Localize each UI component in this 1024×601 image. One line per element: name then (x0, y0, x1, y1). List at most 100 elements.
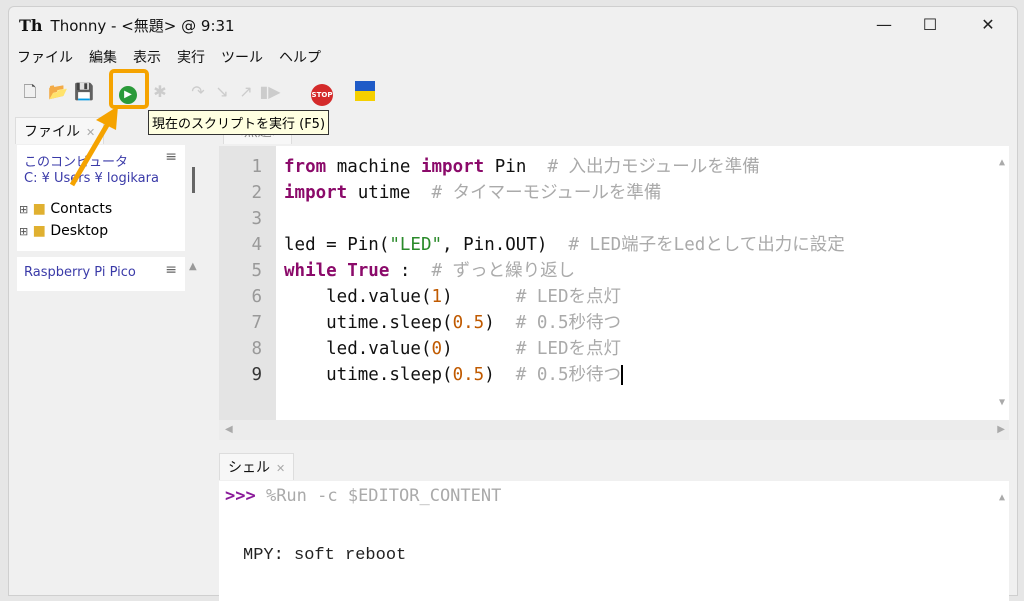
minimize-button[interactable]: — (861, 7, 907, 43)
scroll-up-icon[interactable]: ▲ (999, 150, 1005, 176)
folder-icon: ■ (32, 223, 46, 239)
menu-tools[interactable]: ツール (221, 45, 263, 71)
run-tooltip: 現在のスクリプトを実行 (F5) (148, 110, 330, 135)
code-line: led = Pin("LED", Pin.OUT) # LED端子をLedとして… (284, 232, 845, 258)
code-token: # 入出力モジュールを準備 (547, 157, 760, 177)
code-token: 0 (431, 339, 443, 359)
menu-run[interactable]: 実行 (177, 45, 205, 71)
code-token: machine (336, 157, 421, 177)
device-title[interactable]: Raspberry Pi Pico (24, 265, 136, 280)
code-line: led.value(1) # LEDを点灯 (284, 284, 621, 310)
code-token: # タイマーモジュールを準備 (431, 183, 662, 203)
panel-menu-icon[interactable]: ≡ (165, 262, 177, 278)
line-number: 1 (251, 157, 262, 177)
file-item-label: Contacts (50, 201, 113, 217)
code-token: : (399, 261, 432, 281)
scroll-right-icon[interactable]: ▶ (997, 424, 1005, 435)
maximize-button[interactable]: ☐ (907, 7, 953, 43)
code-line: utime.sleep(0.5) # 0.5秒待つ (284, 362, 634, 388)
code-token: ) (484, 365, 516, 385)
code-token: # LED端子をLedとして出力に設定 (568, 235, 845, 255)
file-item[interactable]: ⊞ ■ Contacts (19, 201, 112, 217)
close-tab-icon[interactable]: ✕ (276, 462, 285, 475)
tab-shell[interactable]: シェル ✕ (219, 453, 295, 480)
code-token: 0.5 (452, 365, 485, 385)
step-into-icon[interactable]: ↘ (211, 81, 233, 103)
menu-file[interactable]: ファイル (17, 45, 73, 71)
line-number: 4 (251, 235, 262, 255)
debug-icon[interactable]: ✱ (149, 81, 171, 103)
line-number: 3 (251, 209, 262, 229)
scroll-left-icon[interactable]: ◀ (225, 424, 233, 435)
shell-console[interactable]: >>> %Run -c $EDITOR_CONTENT MPY: soft re… (219, 481, 1009, 601)
code-token: ) (442, 339, 516, 359)
menu-bar: ファイル 編集 表示 実行 ツール ヘルプ (9, 45, 329, 71)
code-token: "LED" (389, 235, 443, 255)
code-token: led.value( (284, 339, 432, 359)
text-cursor (620, 365, 634, 385)
shell-command: %Run -c $EDITOR_CONTENT (255, 486, 502, 506)
code-token: # 0.5秒待つ (515, 313, 621, 333)
code-line: led.value(0) # LEDを点灯 (284, 336, 621, 362)
line-number: 6 (251, 287, 262, 307)
expand-icon[interactable]: ⊞ (19, 225, 28, 238)
menu-edit[interactable]: 編集 (89, 45, 117, 71)
device-files-panel: Raspberry Pi Pico ≡ (17, 257, 185, 291)
stop-icon: STOP (311, 84, 333, 106)
line-number: 2 (251, 183, 262, 203)
code-token: led = Pin( (284, 235, 390, 255)
close-button[interactable]: ✕ (965, 7, 1011, 43)
line-number: 9 (251, 365, 262, 385)
scroll-up-icon[interactable]: ▲ (999, 485, 1005, 511)
step-out-icon[interactable]: ↗ (235, 81, 257, 103)
orange-arrow (69, 106, 118, 187)
code-token: Pin (494, 157, 548, 177)
ukraine-flag-icon[interactable] (355, 81, 377, 103)
panel-menu-icon[interactable]: ≡ (165, 149, 177, 165)
code-token: import (420, 157, 495, 177)
editor-hscrollbar[interactable]: ◀ ▶ (219, 420, 1009, 440)
code-token: utime.sleep( (284, 365, 453, 385)
code-token: import (284, 183, 358, 203)
scroll-up-icon[interactable]: ▲ (189, 261, 197, 272)
line-number: 5 (251, 261, 262, 281)
shell-output: MPY: soft reboot (243, 546, 407, 565)
tab-shell-label: シェル (228, 460, 270, 476)
code-token: led.value( (284, 287, 432, 307)
code-editor[interactable]: 1 from machine import Pin # 入出力モジュールを準備 2 i… (219, 146, 1009, 420)
code-line: while True : # ずっと繰り返し (284, 258, 575, 284)
code-token: # LEDを点灯 (515, 287, 622, 307)
code-token: ) (484, 313, 516, 333)
line-number: 7 (251, 313, 262, 333)
code-line: utime.sleep(0.5) # 0.5秒待つ (284, 310, 621, 336)
code-line: import utime # タイマーモジュールを準備 (284, 180, 661, 206)
thonny-window: Th Thonny - <無題> @ 9:31 — ☐ ✕ ファイル 編集 表示… (8, 6, 1018, 601)
file-item[interactable]: ⊞ ■ Desktop (19, 223, 108, 239)
menu-help[interactable]: ヘルプ (279, 45, 321, 71)
window-title: Thonny - <無題> @ 9:31 (50, 16, 235, 35)
code-token: while (284, 261, 348, 281)
resume-icon[interactable]: ▮▶ (259, 81, 281, 103)
step-over-icon[interactable]: ↷ (187, 81, 209, 103)
code-token: # 0.5秒待つ (515, 365, 621, 385)
code-token: 0.5 (452, 313, 485, 333)
expand-icon[interactable]: ⊞ (19, 203, 28, 216)
code-token: # LEDを点灯 (515, 339, 622, 359)
code-token: # ずっと繰り返し (431, 261, 576, 281)
line-number: 8 (251, 339, 262, 359)
shell-command-line: >>> %Run -c $EDITOR_CONTENT (225, 483, 501, 509)
folder-icon: ■ (32, 201, 46, 217)
scroll-down-icon[interactable]: ▼ (999, 390, 1005, 416)
thonny-logo: Th (19, 15, 43, 35)
files-scrollbar[interactable] (192, 167, 195, 193)
code-token: ) (442, 287, 516, 307)
file-item-label: Desktop (50, 223, 109, 239)
new-file-icon[interactable]: 🗋 (19, 81, 41, 103)
code-token: , Pin.OUT) (442, 235, 569, 255)
code-token: True (347, 261, 400, 281)
code-token: utime (357, 183, 432, 203)
stop-button[interactable]: STOP (311, 81, 333, 106)
menu-view[interactable]: 表示 (133, 45, 161, 71)
code-line: from machine import Pin # 入出力モジュールを準備 (284, 154, 760, 180)
code-token: 1 (431, 287, 443, 307)
